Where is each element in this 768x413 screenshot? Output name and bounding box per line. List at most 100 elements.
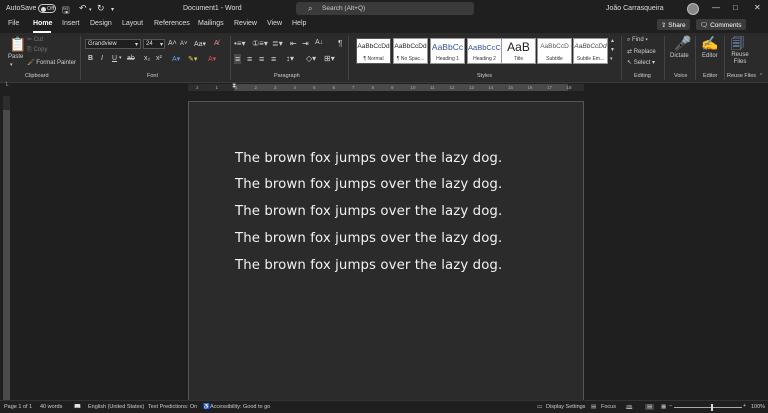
document-line[interactable]: The brown fox jumps over the lazy dog. [235,258,502,273]
multilevel-list-icon[interactable]: ≣▾ [272,39,283,48]
web-layout-icon[interactable]: ▦ [661,404,666,410]
style-heading-2[interactable]: AaBbCcC Heading 2 [467,38,502,64]
decrease-indent-icon[interactable]: ⇤ [290,39,297,48]
tab-help[interactable]: Help [292,20,306,27]
close-icon[interactable]: ✕ [754,3,761,12]
underline-dropdown-icon[interactable]: ▾ [119,55,122,61]
change-case-icon[interactable]: Aa▾ [194,40,206,48]
display-settings-button[interactable]: Display Settings [546,404,585,410]
clear-formatting-icon[interactable]: A̸ [214,40,219,47]
user-name[interactable]: João Carrasqueira [606,5,664,12]
style-subtitle[interactable]: AaBbCcD Subtitle [537,38,572,64]
document-line[interactable]: The brown fox jumps over the lazy dog. [235,231,502,246]
replace-button[interactable]: ⇄ Replace [627,48,656,55]
editor-icon[interactable]: ✍ [701,35,718,52]
show-marks-icon[interactable]: ¶ [338,39,342,48]
paste-dropdown-icon[interactable]: ▾ [10,62,13,68]
align-left-icon[interactable]: ≡ [234,54,242,64]
styles-more-icon[interactable]: ▾ [610,56,613,62]
align-center-icon[interactable]: ≡ [247,54,252,64]
styles-scroll-up-icon[interactable]: ▲ [610,38,615,44]
line-spacing-icon[interactable]: ↕▾ [286,54,294,63]
document-line[interactable]: The brown fox jumps over the lazy dog. [235,151,502,166]
sort-icon[interactable]: A↓ [315,39,323,46]
zoom-slider[interactable] [674,407,742,408]
font-name-select[interactable]: Grandview ▾ [85,39,141,49]
superscript-icon[interactable]: x² [156,55,162,62]
tab-home[interactable]: Home [33,20,52,27]
tab-design[interactable]: Design [90,20,112,27]
underline-icon[interactable]: U [112,55,117,62]
subscript-icon[interactable]: x₂ [144,55,150,62]
tab-review[interactable]: Review [234,20,257,27]
dictate-label[interactable]: Dictate [670,53,689,59]
highlight-icon[interactable]: ✎▾ [188,55,197,63]
font-size-select[interactable]: 24 ▾ [143,39,165,49]
justify-icon[interactable]: ≡ [271,54,276,64]
editor-label[interactable]: Editor [702,53,718,59]
grow-font-icon[interactable]: A˄ [168,40,177,47]
page-count[interactable]: Page 1 of 1 [4,404,32,410]
paste-label[interactable]: Paste [8,54,23,60]
proofing-icon[interactable]: 📖 [74,404,81,410]
zoom-slider-handle[interactable] [711,404,713,411]
zoom-out-icon[interactable]: − [669,403,672,409]
customize-toolbar-icon[interactable]: ▾ [111,6,114,13]
numbering-icon[interactable]: ①≡▾ [252,39,268,48]
shrink-font-icon[interactable]: A˅ [180,41,188,47]
tab-layout[interactable]: Layout [122,20,143,27]
bold-icon[interactable]: B [88,55,93,62]
paste-icon[interactable]: 📋 [9,36,26,53]
zoom-level[interactable]: 100% [751,404,765,410]
collapse-ribbon-icon[interactable]: ⌃ [759,73,763,79]
text-effects-icon[interactable]: A▾ [172,55,180,63]
styles-scroll-down-icon[interactable]: ▼ [610,47,615,53]
undo-icon[interactable]: ↶ [79,3,87,14]
text-predictions-status[interactable]: Text Predictions: On [148,404,197,410]
strikethrough-icon[interactable]: ab [127,55,135,62]
autosave-toggle[interactable]: Off [38,4,56,13]
zoom-in-icon[interactable]: + [743,403,746,409]
style-title[interactable]: AaB Title [501,38,536,64]
bullets-icon[interactable]: •≡▾ [234,39,245,48]
style-normal[interactable]: AaBbCcDd ¶ Normal [356,38,391,64]
vertical-ruler[interactable] [3,96,10,400]
share-button[interactable]: ⇪ Share [657,19,690,30]
style-heading-1[interactable]: AaBbCc Heading 1 [430,38,465,64]
word-count[interactable]: 40 words [40,404,62,410]
format-painter-button[interactable]: 🖌 Format Painter [27,59,76,66]
font-color-icon[interactable]: A▾ [208,55,216,63]
reuse-files-label[interactable]: Reuse Files [729,52,751,66]
select-button[interactable]: ↖ Select ▾ [627,59,655,66]
save-icon[interactable]: 🖫 [62,3,70,19]
horizontal-ruler[interactable]: ⧗ 2 1 1 2 3 4 5 6 7 8 9 10 11 12 13 14 15 16 17 18 [188,83,584,91]
style-subtle-emphasis[interactable]: AaBbCcDd Subtle Em... [573,38,608,64]
tab-insert[interactable]: Insert [62,20,80,27]
tab-references[interactable]: References [154,20,190,27]
tab-mailings[interactable]: Mailings [198,20,224,27]
focus-button[interactable]: Focus [601,404,616,410]
undo-dropdown-icon[interactable]: ▾ [89,7,92,13]
document-line[interactable]: The brown fox jumps over the lazy dog. [235,204,502,219]
language-status[interactable]: English (United States) [88,404,144,410]
document-line[interactable]: The brown fox jumps over the lazy dog. [235,177,502,192]
align-right-icon[interactable]: ≡ [259,54,264,64]
italic-icon[interactable]: I [101,55,103,62]
style-no-spacing[interactable]: AaBbCcDd ¶ No Spac... [393,38,428,64]
minimize-icon[interactable]: — [712,3,720,12]
document-page[interactable]: The brown fox jumps over the lazy dog. T… [188,101,584,400]
tab-view[interactable]: View [267,20,282,27]
comments-button[interactable]: 🗨 Comments [696,19,746,30]
redo-icon[interactable]: ↻ [97,3,105,14]
find-button[interactable]: ⌕ Find ▾ [627,37,648,44]
avatar[interactable] [687,3,699,15]
shading-icon[interactable]: ◇▾ [306,54,316,63]
tab-selector-icon[interactable]: └ [4,83,8,89]
maximize-icon[interactable]: □ [733,3,738,12]
search-box[interactable]: ⌕ Search (Alt+Q) [296,2,474,15]
increase-indent-icon[interactable]: ⇥ [302,39,309,48]
print-layout-icon[interactable]: ▤ [645,404,655,410]
tab-file[interactable]: File [8,20,19,27]
borders-icon[interactable]: ⊞▾ [324,54,335,63]
accessibility-status[interactable]: Accessibility: Good to go [210,404,270,410]
